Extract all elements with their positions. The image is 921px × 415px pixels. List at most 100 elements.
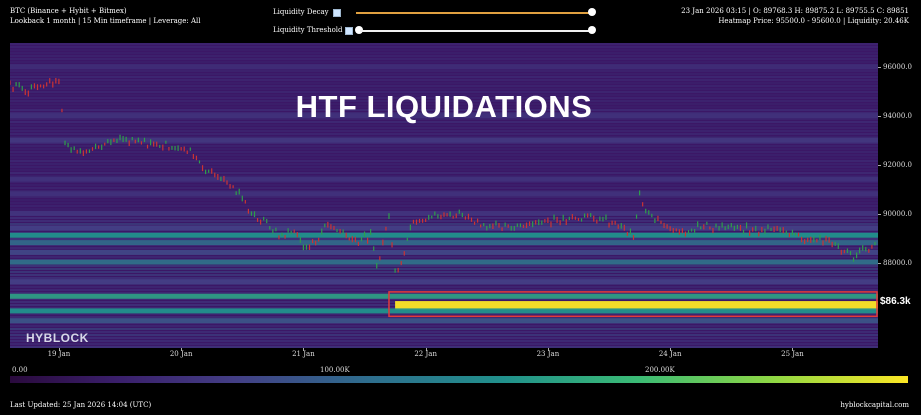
colorbar-label-mid: 100.00K xyxy=(320,366,350,374)
heatmap-stripe xyxy=(10,85,878,87)
heatmap-stripe xyxy=(10,133,878,135)
x-tick-label: 22 Jan xyxy=(414,350,437,358)
heatmap-plot[interactable]: HTF LIQUIDATIONS HYBLOCK xyxy=(10,43,878,348)
symbol-line: BTC (Binance + Hybit + Bitmex) xyxy=(10,7,127,15)
heatmap-stripe xyxy=(10,223,878,225)
heatmap-stripe xyxy=(10,130,878,132)
liquidity-threshold-slider-knob[interactable] xyxy=(588,26,596,34)
heatmap-stripe xyxy=(10,187,878,189)
liquidity-decay-checkbox[interactable] xyxy=(333,9,341,17)
heatmap-stripe xyxy=(10,58,878,60)
liquidity-band-13 xyxy=(10,137,878,143)
heatmap-stripe xyxy=(10,169,878,171)
site-link[interactable]: hyblockcapital.com xyxy=(840,401,909,410)
liquidity-band-6 xyxy=(10,249,878,255)
y-tick-label: 92000.0 xyxy=(883,161,912,169)
y-tick-mark xyxy=(878,116,881,118)
heatmap-readout: Heatmap Price: 95500.0 - 95600.0 | Liqui… xyxy=(718,17,909,25)
heatmap-stripe xyxy=(10,52,878,54)
heatmap-stripe xyxy=(10,265,878,267)
heatmap-stripe xyxy=(10,61,878,63)
heatmap-stripe xyxy=(10,202,878,204)
liquidity-band-4 xyxy=(10,279,878,285)
heatmap-stripe xyxy=(10,205,878,207)
y-tick-label: 94000.0 xyxy=(883,112,912,121)
liquidity-colorbar xyxy=(10,376,908,383)
heatmap-stripe xyxy=(10,196,878,198)
y-tick-mark xyxy=(878,67,881,69)
x-tick-label: 19 Jan xyxy=(47,350,71,358)
heatmap-stripe xyxy=(10,208,878,210)
heatmap-stripe xyxy=(10,55,878,57)
heatmap-stripe xyxy=(10,274,878,276)
heatmap-stripe xyxy=(10,328,878,330)
x-tick-label: 20 Jan xyxy=(169,350,193,358)
heatmap-stripe xyxy=(10,76,878,78)
liquidity-decay-slider-knob[interactable] xyxy=(588,8,596,16)
heatmap-stripe xyxy=(10,334,878,336)
heatmap-stripe xyxy=(10,247,878,249)
lookback-line: Lookback 1 month | 15 Min timeframe | Le… xyxy=(10,17,201,25)
heatmap-stripe xyxy=(10,73,878,75)
heatmap-stripe xyxy=(10,217,878,219)
heatmap-stripe xyxy=(10,79,878,81)
heatmap-stripe xyxy=(10,325,878,327)
liquidity-threshold-label: Liquidity Threshold xyxy=(273,26,343,34)
heatmap-stripe xyxy=(10,220,878,222)
heatmap-stripe xyxy=(10,256,878,258)
heatmap-stripe xyxy=(10,43,878,45)
heatmap-stripe xyxy=(10,271,878,273)
liquidity-decay-slider[interactable] xyxy=(356,12,592,14)
ohlc-readout: 23 Jan 2026 03:15 | O: 89768.3 H: 89875.… xyxy=(681,7,909,15)
heatmap-stripe xyxy=(10,145,878,147)
heatmap-stripe xyxy=(10,127,878,129)
chart-title: HTF LIQUIDATIONS xyxy=(295,89,593,124)
heatmap-stripe xyxy=(10,286,878,288)
heatmap-stripe xyxy=(10,199,878,201)
heatmap-stripe xyxy=(10,148,878,150)
x-tick-label: 24 Jan xyxy=(658,350,682,358)
liquidity-band-9 xyxy=(10,225,878,231)
y-tick-label: 96000.0 xyxy=(883,63,912,72)
heatmap-stripe xyxy=(10,46,878,48)
heatmap-stripe xyxy=(10,184,878,186)
heatmap-stripe xyxy=(10,331,878,333)
heatmap-stripe xyxy=(10,289,878,291)
liquidity-threshold-checkbox[interactable] xyxy=(345,27,353,35)
liquidity-band-8 xyxy=(10,232,878,238)
liquidity-band-11 xyxy=(10,191,878,197)
y-tick-mark xyxy=(878,213,881,215)
heatmap-stripe xyxy=(10,277,878,279)
last-updated-text: Last Updated: 25 Jan 2026 14:04 (UTC) xyxy=(10,401,152,409)
heatmap-stripe xyxy=(10,154,878,156)
heatmap-stripe xyxy=(10,337,878,339)
price-tag-label: $86.3k xyxy=(880,296,911,307)
liquidity-band-1 xyxy=(10,293,878,299)
heatmap-stripe xyxy=(10,70,878,72)
heatmap-stripe xyxy=(10,343,878,345)
heatmap-stripe xyxy=(10,157,878,159)
x-tick-label: 23 Jan xyxy=(536,350,560,358)
hyblock-logo: HYBLOCK xyxy=(26,331,89,345)
heatmap-stripe xyxy=(10,166,878,168)
heatmap-stripe xyxy=(10,238,878,240)
y-tick-label: 88000.0 xyxy=(883,258,912,267)
y-tick-mark xyxy=(878,165,881,166)
heatmap-stripe xyxy=(10,172,878,174)
liquidity-band-5 xyxy=(10,259,878,265)
date-axis: 19 Jan 20 Jan 21 Jan 22 Jan 23 Jan 24 Jan 25 J… xyxy=(10,348,878,360)
heatmap-stripe xyxy=(10,268,878,270)
liquidity-band-7 xyxy=(10,240,878,246)
heatmap-stripe xyxy=(10,49,878,51)
x-tick-label: 21 Jan xyxy=(292,350,315,358)
x-tick-label: 25 Jan xyxy=(781,350,804,358)
heatmap-stripe xyxy=(10,82,878,84)
heatmap-stripe xyxy=(10,163,878,165)
liquidity-threshold-slider[interactable] xyxy=(360,30,592,32)
colorbar-label-min: 0.00 xyxy=(12,366,28,374)
liquidity-band-12 xyxy=(10,176,878,182)
liquidity-band-3 xyxy=(10,318,878,324)
liquidity-band-15 xyxy=(10,64,878,70)
liquidity-decay-label: Liquidity Decay xyxy=(273,8,329,16)
y-tick-label: 90000.0 xyxy=(883,209,912,218)
